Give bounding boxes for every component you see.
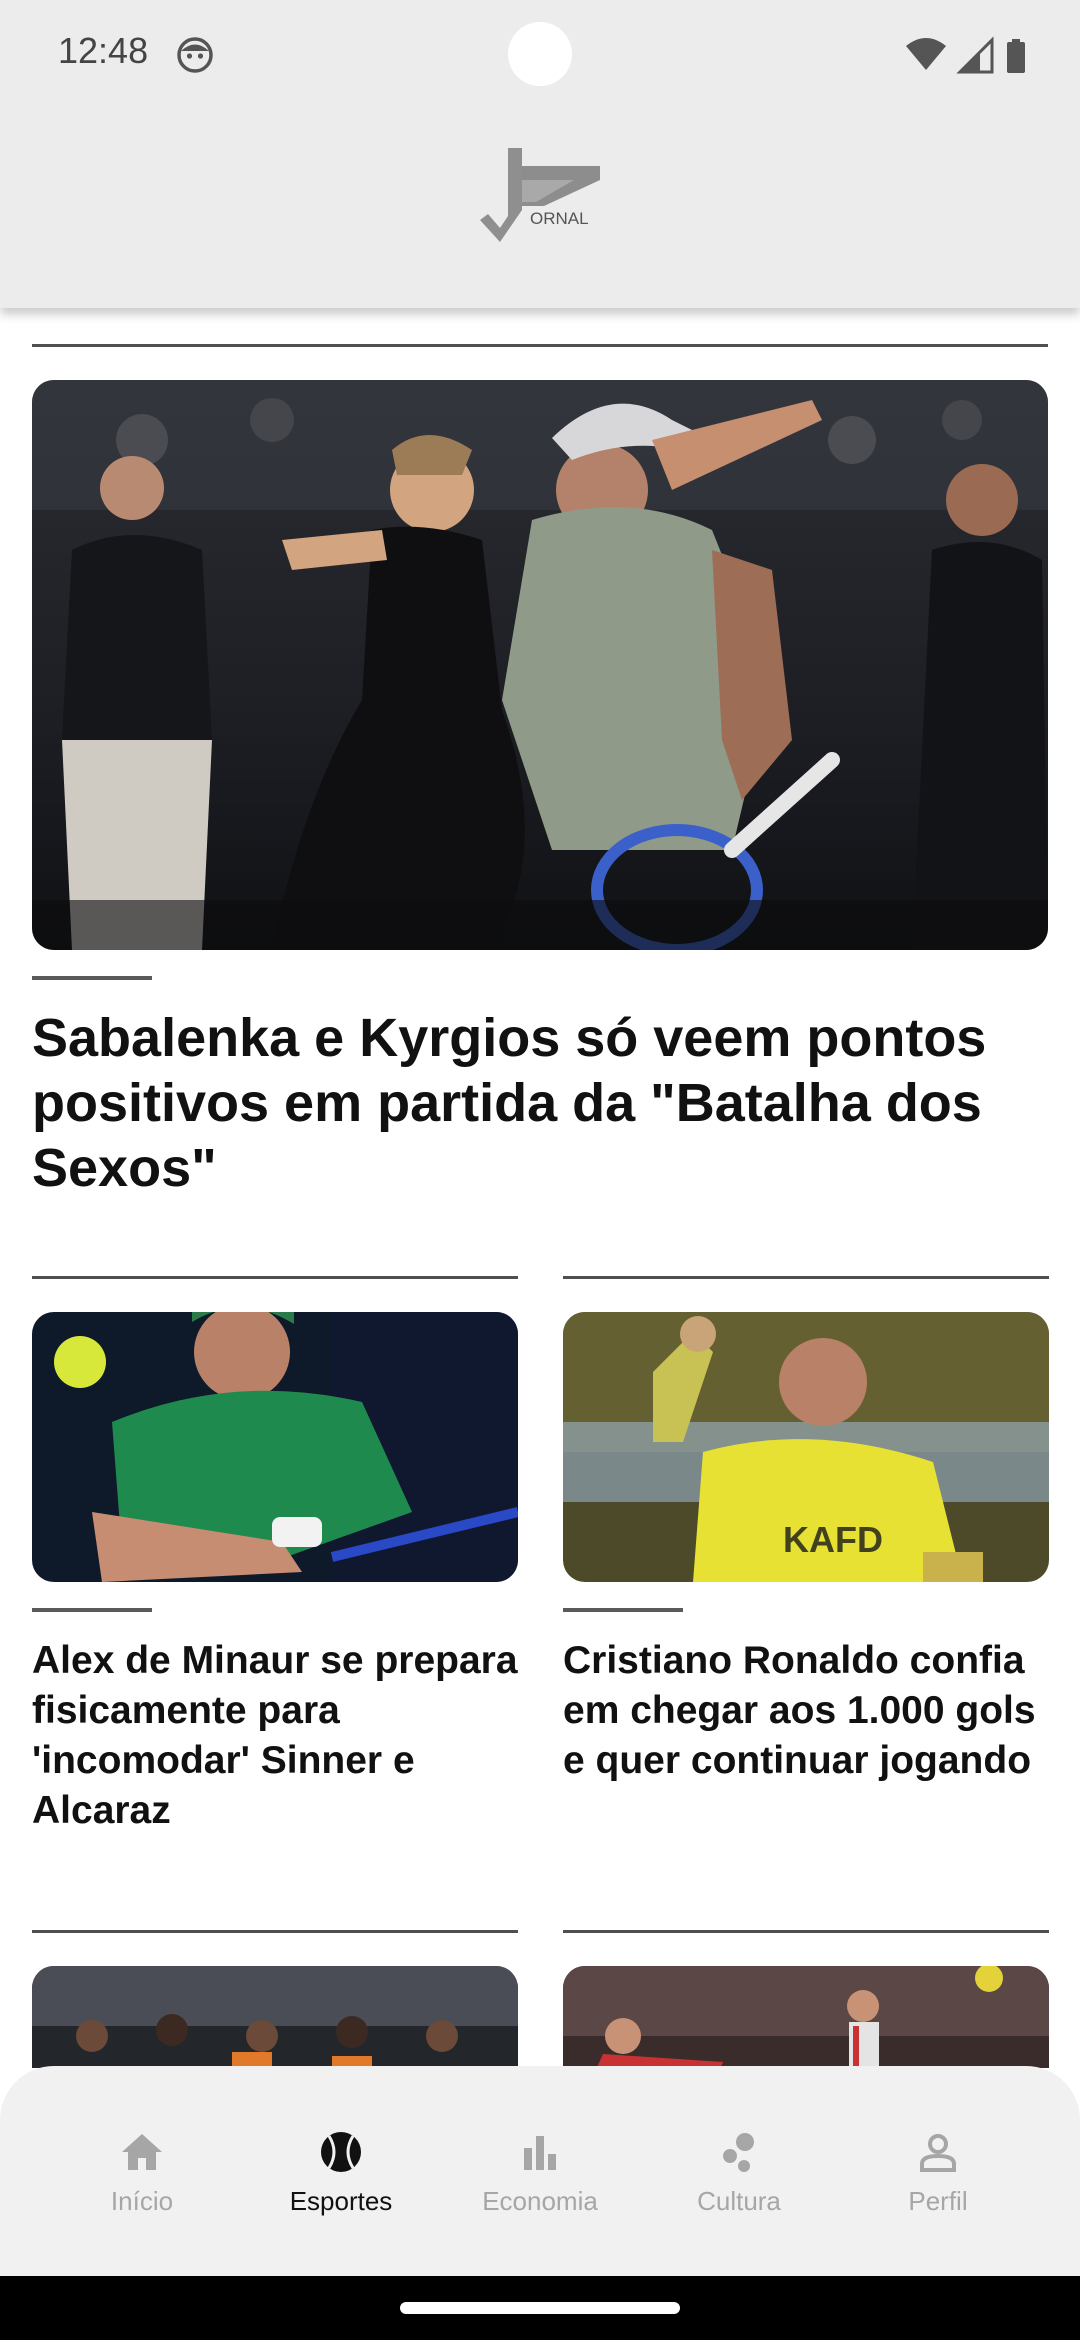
article-image[interactable] (32, 1966, 518, 2068)
svg-text:ORNAL: ORNAL (530, 209, 589, 228)
article-image[interactable] (32, 1312, 518, 1582)
nav-label: Economia (482, 2186, 598, 2216)
status-time: 12:48 (58, 30, 149, 71)
news-feed[interactable]: Sabalenka e Kyrgios só veem pontos posit… (0, 308, 1080, 2068)
section-divider (563, 1276, 1049, 1279)
signal-icon (956, 36, 994, 74)
article-image[interactable] (563, 1966, 1049, 2068)
featured-article-image[interactable] (32, 380, 1048, 950)
status-icons (906, 36, 1025, 74)
system-navigation-bar (0, 2276, 1080, 2340)
nav-label: Perfil (908, 2186, 968, 2216)
nav-item-esportes[interactable]: Esportes (241, 2128, 441, 2228)
sports-ball-icon (321, 2132, 361, 2172)
nav-label: Esportes (289, 2186, 393, 2216)
nav-item-inicio[interactable]: Início (42, 2128, 242, 2228)
nav-label: Cultura (697, 2186, 781, 2216)
nav-label: Início (110, 2186, 174, 2216)
bar-chart-icon (524, 2136, 556, 2170)
person-icon (920, 2134, 956, 2172)
title-accent (32, 976, 152, 980)
jornal-logo[interactable]: ORNAL (474, 144, 608, 242)
battery-icon (1007, 39, 1025, 73)
home-gesture-handle[interactable] (400, 2302, 680, 2314)
nav-item-perfil[interactable]: Perfil (838, 2128, 1038, 2228)
nav-item-economia[interactable]: Economia (440, 2128, 640, 2228)
featured-article-title[interactable]: Sabalenka e Kyrgios só veem pontos posit… (32, 1006, 1042, 1201)
section-divider (32, 1276, 518, 1279)
bottom-navigation: Início Esportes Economia Cultura Perfil (0, 2066, 1080, 2276)
face-notification-icon (177, 37, 213, 73)
culture-icon (723, 2133, 754, 2172)
article-title[interactable]: Alex de Minaur se prepara fisicamente pa… (32, 1636, 522, 1836)
section-divider (32, 344, 1048, 347)
article-title[interactable]: Cristiano Ronaldo confia em chegar aos 1… (563, 1636, 1053, 1786)
section-divider (32, 1930, 518, 1933)
wifi-icon (906, 38, 946, 70)
svg-text:KAFD: KAFD (783, 1519, 883, 1560)
nav-item-cultura[interactable]: Cultura (639, 2128, 839, 2228)
app-header: 12:48 ORNAL (0, 0, 1080, 308)
article-image[interactable]: KAFD (563, 1312, 1049, 1582)
home-icon (122, 2134, 162, 2170)
section-divider (563, 1930, 1049, 1933)
camera-cutout (508, 22, 572, 86)
title-accent (563, 1608, 683, 1612)
title-accent (32, 1608, 152, 1612)
